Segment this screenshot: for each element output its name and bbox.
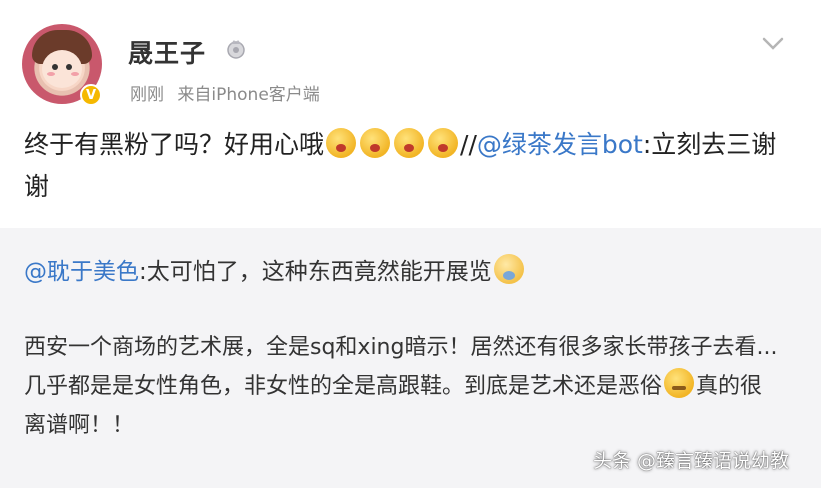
- post-header: V 晟王子 刚刚 来自iPhone客户端: [0, 0, 821, 118]
- scared-emoji-icon: [493, 254, 524, 284]
- verified-badge-icon: V: [80, 84, 102, 106]
- post-source[interactable]: 来自iPhone客户端: [177, 85, 319, 105]
- watermark: 头条 @臻言臻语说幼教: [593, 450, 790, 472]
- member-badge-icon: [227, 40, 245, 59]
- post-meta: 刚刚 来自iPhone客户端: [130, 80, 328, 105]
- post-text: 终于有黑粉了吗？好用心哦//@绿茶发言bot:立刻去三谢谢: [24, 124, 784, 208]
- chevron-down-icon[interactable]: [760, 30, 786, 56]
- avatar-eye-left: [52, 64, 58, 70]
- blowing-kiss-emoji-icon: [360, 128, 391, 158]
- blowing-kiss-emoji-icon: [394, 128, 425, 158]
- avatar-blush-right: [71, 72, 79, 76]
- repost-line: @耽于美色:太可怕了，这种东西竟然能开展览: [24, 252, 526, 286]
- post-text-main: 终于有黑粉了吗？好用心哦: [24, 130, 325, 159]
- post-time: 刚刚: [130, 85, 164, 105]
- blowing-kiss-emoji-icon: [428, 128, 459, 158]
- repost-author-mention[interactable]: @耽于美色: [24, 259, 139, 285]
- smug-emoji-icon: [664, 368, 695, 398]
- mention-link[interactable]: @绿茶发言bot: [477, 130, 643, 159]
- avatar-blush-left: [47, 72, 55, 76]
- avatar-eye-right: [66, 64, 72, 70]
- repost-separator: //: [460, 130, 477, 159]
- avatar-face: [42, 50, 82, 88]
- username[interactable]: 晟王子: [128, 34, 206, 70]
- repost-body-text: 西安一个商场的艺术展，全是sq和xing暗示！居然还有很多家长带孩子去看...几…: [24, 335, 778, 399]
- repost-body: 西安一个商场的艺术展，全是sq和xing暗示！居然还有很多家长带孩子去看...几…: [24, 328, 784, 445]
- blowing-kiss-emoji-icon: [326, 128, 357, 158]
- repost-line-text: :太可怕了，这种东西竟然能开展览: [139, 259, 492, 285]
